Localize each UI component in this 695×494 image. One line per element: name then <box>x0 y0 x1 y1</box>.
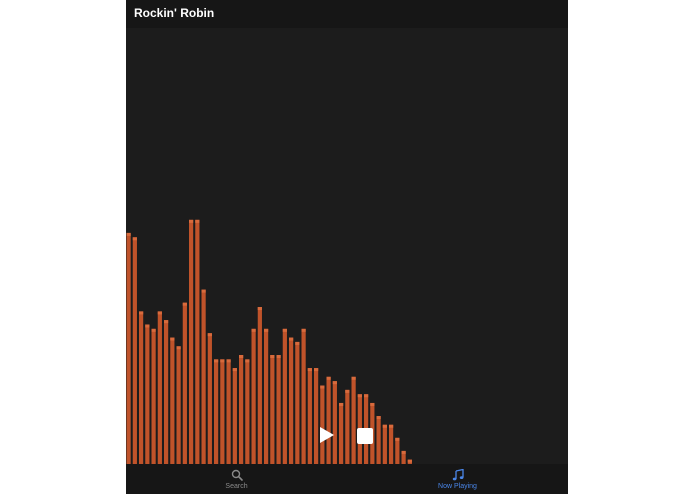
spectrum-bar-cap <box>289 337 294 341</box>
header-bar: Rockin' Robin <box>126 0 568 28</box>
tab-search-label: Search <box>225 482 248 490</box>
spectrum-bar-cap <box>189 219 194 223</box>
spectrum-bar-cap <box>126 232 131 236</box>
playback-controls <box>126 424 568 448</box>
spectrum-bar-cap <box>139 311 144 315</box>
spectrum-bar-cap <box>282 328 287 332</box>
spectrum-bar-cap <box>276 355 281 358</box>
tab-search[interactable]: Search <box>126 464 347 494</box>
spectrum-bar <box>220 359 225 464</box>
spectrum-bar-cap <box>176 346 181 350</box>
spectrum-bar <box>226 359 231 464</box>
spectrum-bar-cap <box>132 237 137 241</box>
spectrum-bar-cap <box>364 394 369 398</box>
play-button[interactable] <box>319 426 335 444</box>
spectrum-bar-cap <box>401 450 406 454</box>
search-icon <box>231 469 243 481</box>
page-title: Rockin' Robin <box>134 6 215 20</box>
spectrum-bar-cap <box>357 394 362 398</box>
spectrum-bar-cap <box>245 359 250 363</box>
spectrum-bar-cap <box>232 368 237 372</box>
spectrum-bar <box>232 368 237 464</box>
spectrum-bar-cap <box>207 333 212 337</box>
stop-button[interactable] <box>356 427 374 445</box>
spectrum-bar-cap <box>339 402 344 406</box>
spectrum-bar-cap <box>145 324 150 328</box>
spectrum-bar-cap <box>320 385 325 389</box>
spectrum-bar-cap <box>164 320 169 324</box>
spectrum-bar-cap <box>407 459 412 463</box>
spectrum-bar-cap <box>151 328 156 332</box>
spectrum-bar-cap <box>351 376 356 380</box>
spectrum-chart <box>126 219 412 464</box>
spectrum-bar-cap <box>376 416 381 420</box>
spectrum-bar-cap <box>301 328 306 332</box>
spectrum-bar-cap <box>157 311 162 315</box>
spectrum-bar <box>332 381 337 464</box>
spectrum-bar-cap <box>332 381 337 385</box>
spectrum-bar-cap <box>214 359 219 363</box>
spectrum-bar-cap <box>239 355 244 358</box>
spectrum-bar-cap <box>226 359 231 363</box>
spectrum-bar <box>326 376 331 464</box>
spectrum-bar-cap <box>170 337 175 341</box>
play-icon <box>320 427 334 443</box>
spectrum-bar-cap <box>264 328 269 332</box>
spectrum-bar-cap <box>270 355 275 358</box>
spectrum-bar-cap <box>251 328 256 332</box>
tab-now-playing[interactable]: Now Playing <box>347 464 568 494</box>
spectrum-bar-cap <box>220 359 225 363</box>
spectrum-bar-cap <box>182 302 187 306</box>
spectrum-bar <box>214 359 219 464</box>
music-note-icon <box>452 468 464 481</box>
tab-now-playing-label: Now Playing <box>438 482 477 490</box>
audio-visualizer <box>126 28 568 464</box>
app-window: Rockin' Robin Search Now Playing <box>126 0 568 494</box>
spectrum-bar-cap <box>257 307 262 311</box>
spectrum-bar-cap <box>201 289 206 293</box>
spectrum-bar-cap <box>295 341 300 345</box>
spectrum-bar <box>314 368 319 464</box>
stop-icon <box>357 428 373 444</box>
spectrum-bar-cap <box>326 376 331 380</box>
spectrum-bar <box>307 368 312 464</box>
spectrum-bar-cap <box>307 368 312 372</box>
spectrum-bar-cap <box>345 389 350 393</box>
spectrum-bar-cap <box>370 402 375 406</box>
spectrum-bar-cap <box>195 219 200 223</box>
tab-bar: Search Now Playing <box>126 464 568 494</box>
spectrum-bar-cap <box>314 368 319 372</box>
spectrum-bar <box>351 376 356 464</box>
spectrum-bar <box>245 359 250 464</box>
